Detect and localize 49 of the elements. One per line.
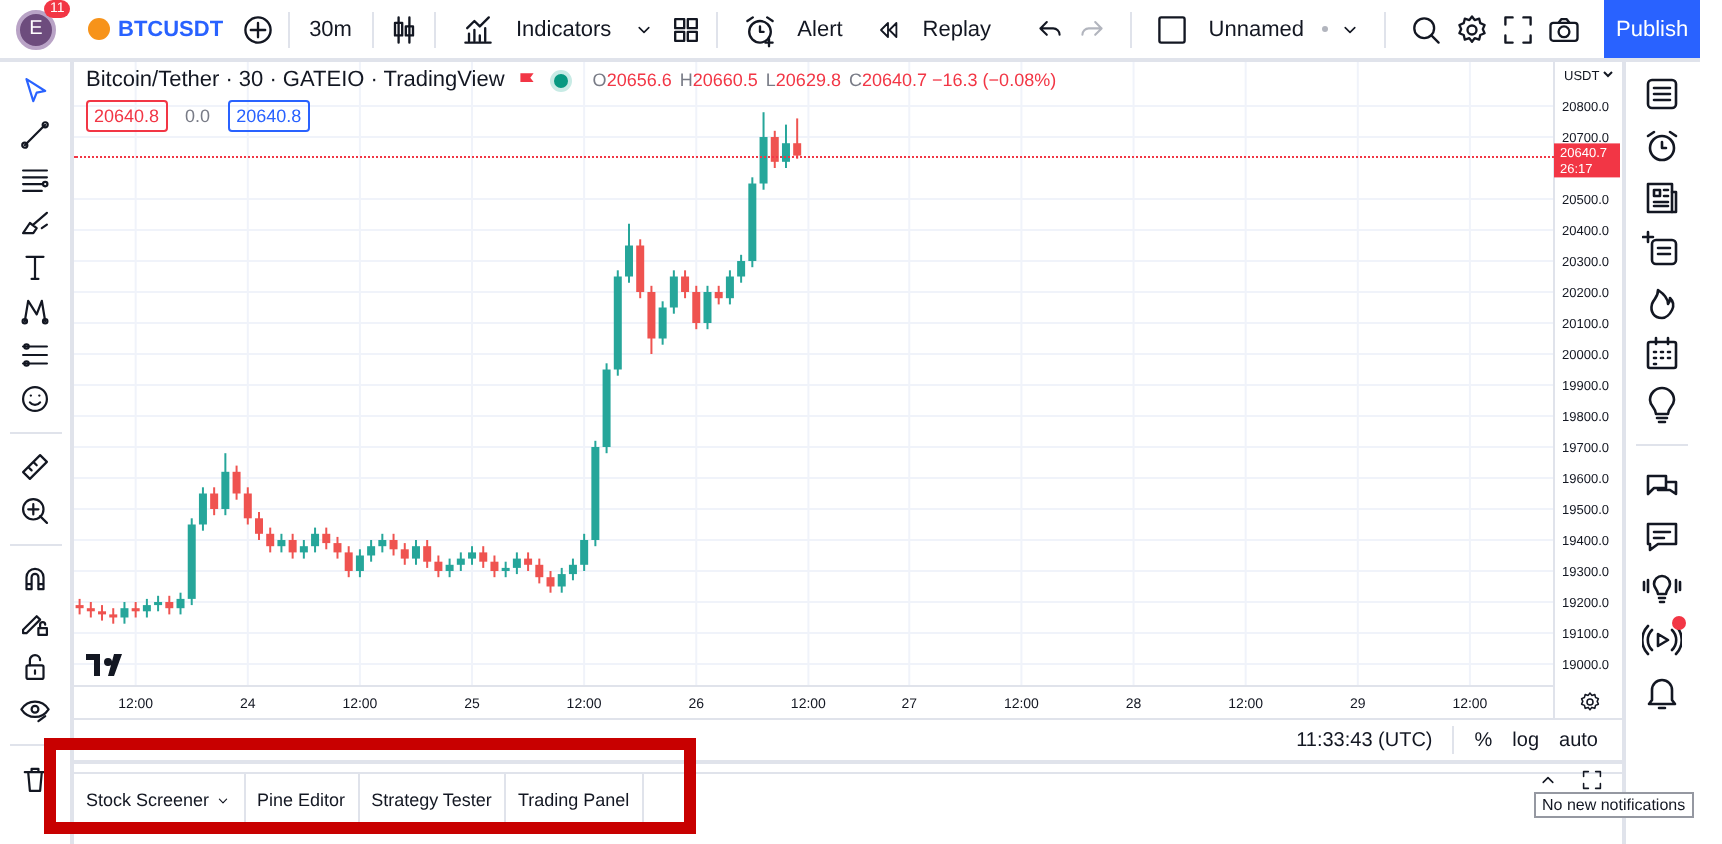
broadcast-icon[interactable] — [1642, 620, 1682, 660]
price-box[interactable]: 20640.8 — [86, 100, 168, 132]
clock: 11:33:43 (UTC) — [1296, 729, 1433, 751]
caret-icon[interactable] — [1603, 71, 1613, 78]
scale-option[interactable]: log — [1512, 729, 1540, 751]
zoom-in-icon[interactable] — [18, 494, 52, 528]
newspaper-icon[interactable] — [1642, 178, 1682, 218]
replay-button[interactable]: Replay — [914, 17, 1000, 41]
list-icon[interactable] — [1642, 74, 1682, 114]
dot-icon — [1322, 26, 1328, 32]
candle — [793, 117, 802, 160]
add-list-icon[interactable] — [1642, 230, 1682, 270]
alert-button[interactable]: Alert — [789, 17, 851, 41]
avatar[interactable]: E — [16, 9, 56, 49]
price-box[interactable]: 20640.8 — [228, 100, 310, 132]
alarm-clock-icon[interactable] — [1642, 126, 1682, 166]
settings-icon[interactable] — [1578, 690, 1602, 714]
indicators-button[interactable]: Indicators — [507, 17, 620, 41]
layout-name[interactable]: Unnamed — [1200, 17, 1312, 41]
candle — [255, 511, 263, 541]
brush-icon[interactable] — [18, 206, 52, 240]
maximize-icon[interactable] — [1580, 768, 1604, 792]
indicators-icon[interactable] — [459, 11, 496, 47]
scale-option[interactable]: auto — [1559, 729, 1598, 751]
settings-icon[interactable] — [1454, 11, 1490, 47]
logo-icon[interactable] — [86, 654, 122, 678]
smiley-icon[interactable] — [18, 382, 52, 416]
add-symbol-icon[interactable] — [239, 11, 276, 47]
spread-value: 0.0 — [183, 104, 213, 130]
interval-button[interactable]: 30m — [301, 17, 360, 41]
coin-icon — [88, 18, 110, 40]
ohlc-values: O20656.6 H20660.5 L20629.8 C20640.7 −16.3 (−0.08%) — [590, 70, 1057, 90]
publish-button[interactable]: Publish — [1604, 0, 1700, 58]
fullscreen-icon[interactable] — [1500, 11, 1536, 47]
tooltip: No new notifications — [1534, 792, 1694, 818]
calendar-icon[interactable] — [1642, 334, 1682, 374]
trend-line-icon[interactable] — [18, 118, 52, 152]
candle — [625, 222, 633, 284]
symbol-button[interactable]: BTCUSDT — [118, 17, 224, 41]
search-icon[interactable] — [1408, 11, 1444, 47]
fib-lines-icon[interactable] — [18, 338, 52, 372]
ruler-icon[interactable] — [18, 450, 52, 484]
square-icon[interactable] — [1154, 11, 1191, 47]
pattern-icon[interactable] — [18, 294, 52, 328]
status-dot-icon — [550, 69, 573, 91]
scale-option[interactable]: % — [1474, 729, 1493, 751]
alarm-icon[interactable] — [741, 11, 778, 47]
chart-title: Bitcoin/Tether · 30 · GATEIO · TradingView — [86, 68, 505, 92]
notification-dot — [1672, 616, 1686, 630]
